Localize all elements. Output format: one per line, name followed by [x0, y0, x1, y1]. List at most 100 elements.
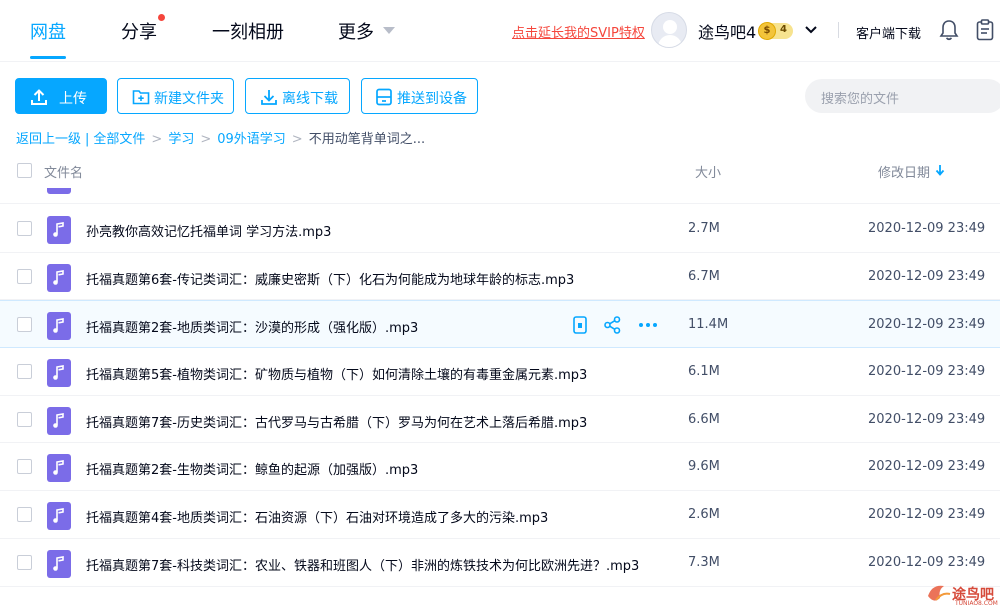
audio-file-icon: [47, 216, 71, 244]
row-checkbox[interactable]: [17, 554, 32, 570]
column-filename[interactable]: 文件名: [44, 162, 83, 181]
top-navbar: 网盘 分享 一刻相册 更多 点击延长我的SVIP特权 途鸟吧4 $ 4 客户端下…: [0, 0, 1000, 62]
row-checkbox[interactable]: [17, 507, 32, 523]
file-size: 6.6M: [688, 411, 720, 427]
file-size: 7.3M: [688, 554, 720, 570]
table-row[interactable]: 托福真题第2套-地质类词汇：沙漠的形成（强化版）.mp3 11.4M 2020-…: [0, 300, 1000, 349]
tab-netdisk[interactable]: 网盘: [30, 18, 66, 44]
notification-dot: [158, 14, 165, 21]
table-row[interactable]: [0, 188, 1000, 204]
new-folder-label: 新建文件夹: [154, 91, 224, 107]
breadcrumb-foreign-language[interactable]: 09外语学习: [217, 132, 286, 147]
vip-level: 4: [780, 24, 787, 35]
vip-level-badge: $ 4: [758, 22, 793, 40]
breadcrumb-separator: >: [291, 132, 303, 147]
audio-file-icon: [47, 454, 71, 483]
audio-file-icon: [47, 359, 71, 388]
client-download-link[interactable]: 客户端下载: [856, 23, 921, 42]
download-icon: [261, 90, 277, 105]
file-name[interactable]: 托福真题第2套-地质类词汇：沙漠的形成（强化版）.mp3: [86, 317, 418, 336]
table-row[interactable]: 托福真题第4套-地质类词汇：石油资源（下）石油对环境造成了多大的污染.mp3 2…: [0, 491, 1000, 539]
share-icon[interactable]: [603, 315, 623, 335]
file-name[interactable]: 托福真题第7套-科技类词汇：农业、铁器和班图人（下）非洲的炼铁技术为何比欧洲先进…: [86, 555, 639, 574]
file-date: 2020-12-09 23:49: [868, 364, 986, 380]
audio-file-icon: [47, 312, 71, 341]
sort-descending-icon[interactable]: [935, 164, 945, 176]
tab-album[interactable]: 一刻相册: [212, 18, 284, 44]
upload-button[interactable]: 上传: [15, 78, 107, 114]
column-modified-date[interactable]: 修改日期: [878, 162, 930, 181]
column-size[interactable]: 大小: [695, 162, 721, 181]
breadcrumb-separator: >: [200, 132, 212, 147]
breadcrumb-separator: >: [151, 132, 163, 147]
push-to-device-button[interactable]: 推送到设备: [361, 78, 478, 114]
row-checkbox[interactable]: [17, 317, 32, 333]
audio-file-icon: [47, 502, 71, 531]
search-input[interactable]: 搜索您的文件: [805, 79, 1000, 113]
table-row[interactable]: 托福真题第7套-科技类词汇：农业、铁器和班图人（下）非洲的炼铁技术为何比欧洲先进…: [0, 539, 1000, 587]
row-checkbox[interactable]: [17, 268, 32, 284]
offline-download-button[interactable]: 离线下载: [245, 78, 350, 114]
breadcrumb-all-files[interactable]: 全部文件: [93, 132, 145, 147]
file-name[interactable]: 托福真题第7套-历史类词汇：古代罗马与古希腊（下）罗马为何在艺术上落后希腊.mp…: [86, 412, 587, 431]
username[interactable]: 途鸟吧4: [698, 19, 756, 43]
file-size: 11.4M: [688, 317, 729, 333]
table-row[interactable]: 托福真题第5套-植物类词汇：矿物质与植物（下）如何清除土壤的有毒重金属元素.mp…: [0, 348, 1000, 396]
file-name[interactable]: 托福真题第2套-生物类词汇：鲸鱼的起源（加强版）.mp3: [86, 459, 418, 478]
select-all-checkbox[interactable]: [17, 163, 32, 178]
new-folder-button[interactable]: 新建文件夹: [117, 78, 234, 114]
file-date: 2020-12-09 23:49: [868, 221, 986, 236]
push-to-device-label: 推送到设备: [397, 91, 467, 107]
file-date: 2020-12-09 23:49: [868, 507, 986, 523]
breadcrumb-back-link[interactable]: 返回上一级: [16, 132, 81, 147]
file-date: 2020-12-09 23:49: [868, 411, 986, 427]
chevron-down-icon[interactable]: [803, 22, 819, 38]
file-size: 9.6M: [688, 459, 720, 475]
upload-icon: [31, 89, 47, 105]
row-checkbox[interactable]: [17, 221, 32, 236]
file-size: 6.1M: [688, 364, 720, 380]
file-date: 2020-12-09 23:49: [868, 459, 986, 475]
file-name[interactable]: 孙亮教你高效记忆托福单词 学习方法.mp3: [86, 221, 331, 240]
breadcrumb-current: 不用动笔背单词之...: [308, 132, 426, 147]
file-name[interactable]: 托福真题第6套-传记类词汇：威廉史密斯（下）化石为何能成为地球年龄的标志.mp3: [86, 269, 574, 288]
table-row[interactable]: 托福真题第6套-传记类词汇：威廉史密斯（下）化石为何能成为地球年龄的标志.mp3…: [0, 253, 1000, 301]
offline-download-label: 离线下载: [282, 91, 338, 107]
table-row[interactable]: 孙亮教你高效记忆托福单词 学习方法.mp3 2.7M 2020-12-09 23…: [0, 205, 1000, 253]
phone-icon[interactable]: [570, 315, 590, 335]
active-tab-indicator: [30, 56, 66, 59]
divider: [838, 22, 839, 38]
clipboard-icon[interactable]: [976, 19, 994, 41]
watermark-subtext: TUNIAO8.COM: [955, 600, 998, 607]
file-name[interactable]: 托福真题第5套-植物类词汇：矿物质与植物（下）如何清除土壤的有毒重金属元素.mp…: [86, 364, 587, 383]
search-placeholder: 搜索您的文件: [821, 92, 900, 107]
breadcrumb-study[interactable]: 学习: [168, 132, 194, 147]
breadcrumb: 返回上一级 | 全部文件 > 学习 >09外语学习 > 不用动笔背单词之...: [16, 132, 426, 147]
file-date: 2020-12-09 23:49: [868, 268, 986, 284]
more-options-icon[interactable]: [638, 315, 658, 335]
tab-share[interactable]: 分享: [121, 18, 157, 44]
avatar[interactable]: [651, 12, 687, 48]
audio-file-icon: [47, 188, 71, 194]
tab-more[interactable]: 更多: [338, 18, 374, 44]
file-date: 2020-12-09 23:49: [868, 317, 986, 333]
row-checkbox[interactable]: [17, 364, 32, 380]
coin-icon: $: [758, 22, 776, 40]
svip-promo-link[interactable]: 点击延长我的SVIP特权: [512, 22, 645, 41]
file-list: 孙亮教你高效记忆托福单词 学习方法.mp3 2.7M 2020-12-09 23…: [0, 205, 1000, 587]
file-name[interactable]: 托福真题第4套-地质类词汇：石油资源（下）石油对环境造成了多大的污染.mp3: [86, 507, 548, 526]
table-row[interactable]: 托福真题第2套-生物类词汇：鲸鱼的起源（加强版）.mp3 9.6M 2020-1…: [0, 443, 1000, 492]
row-checkbox[interactable]: [17, 411, 32, 427]
file-size: 6.7M: [688, 268, 720, 284]
file-date: 2020-12-09 23:49: [868, 554, 986, 570]
row-checkbox[interactable]: [17, 459, 32, 475]
bell-icon[interactable]: [939, 19, 959, 41]
device-icon: [376, 88, 392, 106]
table-row[interactable]: 托福真题第7套-历史类词汇：古代罗马与古希腊（下）罗马为何在艺术上落后希腊.mp…: [0, 396, 1000, 444]
file-size: 2.7M: [688, 221, 720, 236]
audio-file-icon: [47, 406, 71, 435]
table-header: 文件名 大小 修改日期: [0, 152, 1000, 188]
caret-down-icon[interactable]: [383, 27, 395, 34]
file-size: 2.6M: [688, 507, 720, 523]
new-folder-icon: [132, 90, 150, 105]
